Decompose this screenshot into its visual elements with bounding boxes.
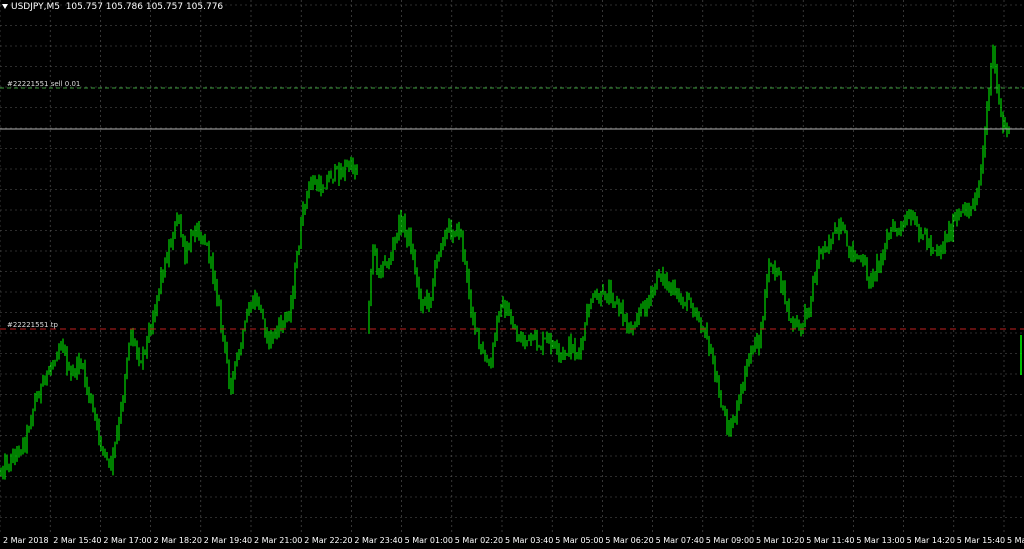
time-tick-label: 5 Mar 11:40 bbox=[806, 536, 855, 545]
time-tick-label: 2 Mar 15:40 bbox=[53, 536, 102, 545]
time-tick-label: 2 Mar 2018 bbox=[3, 536, 49, 545]
time-tick-label: 5 Mar 01:00 bbox=[404, 536, 453, 545]
time-tick-label: 2 Mar 21:00 bbox=[254, 536, 303, 545]
sell-order-label[interactable]: #22221551 sell 0.01 bbox=[7, 80, 80, 88]
price-chart[interactable]: USDJPY,M5 105.757 105.786 105.757 105.77… bbox=[0, 0, 1024, 549]
time-tick-label: 5 Mar bbox=[1007, 536, 1024, 545]
tp-order-label[interactable]: #22221551 tp bbox=[7, 321, 58, 329]
time-tick-label: 5 Mar 09:00 bbox=[705, 536, 755, 545]
chart-canvas[interactable] bbox=[0, 0, 1024, 532]
ohlc-values: 105.757 105.786 105.757 105.776 bbox=[65, 2, 224, 12]
time-axis: 2 Mar 2018 2 Mar 15:40 2 Mar 17:00 2 Mar 18… bbox=[0, 532, 1024, 549]
time-tick-label: 2 Mar 19:40 bbox=[203, 536, 253, 545]
candles-layer bbox=[0, 44, 1022, 480]
time-tick-label: 2 Mar 18:20 bbox=[153, 536, 202, 545]
time-tick-label: 2 Mar 17:00 bbox=[103, 536, 152, 545]
chevron-down-icon[interactable] bbox=[2, 4, 8, 9]
time-tick-label: 5 Mar 14:20 bbox=[906, 536, 955, 545]
chart-grid bbox=[0, 0, 1024, 532]
time-tick-label: 5 Mar 02:20 bbox=[454, 536, 504, 545]
time-tick-label: 5 Mar 15:40 bbox=[956, 536, 1006, 545]
symbol-label: USDJPY,M5 bbox=[11, 2, 60, 12]
time-tick-label: 5 Mar 07:40 bbox=[655, 536, 704, 545]
time-tick-label: 5 Mar 10:20 bbox=[756, 536, 805, 545]
time-tick-label: 2 Mar 23:40 bbox=[354, 536, 403, 545]
time-tick-label: 2 Mar 22:20 bbox=[304, 536, 353, 545]
time-tick-label: 5 Mar 13:00 bbox=[856, 536, 905, 545]
time-tick-label: 5 Mar 06:20 bbox=[605, 536, 654, 545]
chart-header: USDJPY,M5 105.757 105.786 105.757 105.77… bbox=[2, 2, 223, 12]
time-tick-label: 5 Mar 05:00 bbox=[555, 536, 604, 545]
time-tick-label: 5 Mar 03:40 bbox=[505, 536, 554, 545]
